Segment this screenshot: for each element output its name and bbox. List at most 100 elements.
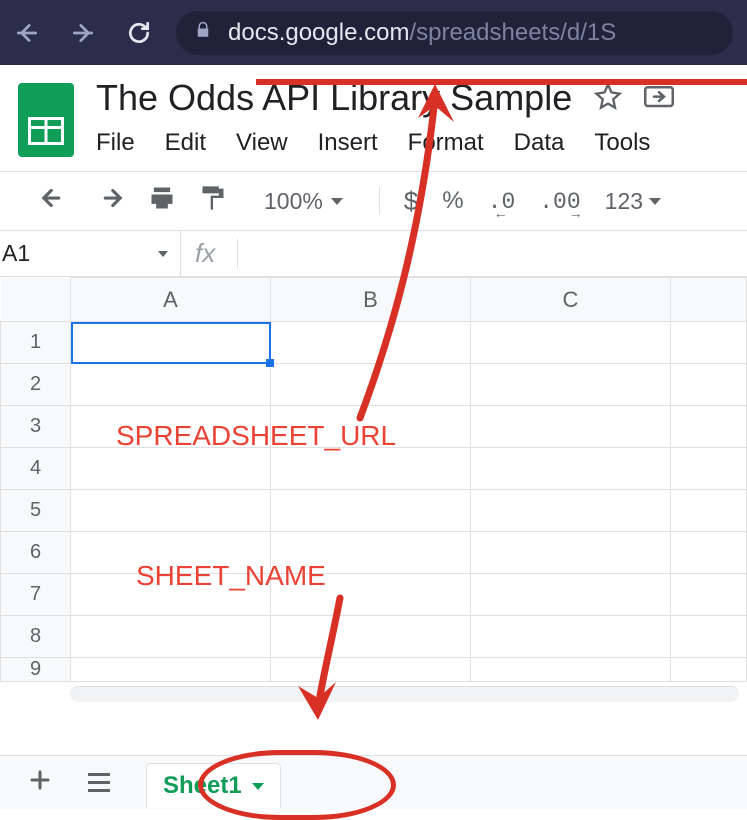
cell-C9[interactable] bbox=[471, 658, 671, 682]
reload-icon bbox=[126, 20, 152, 46]
row-header-5[interactable]: 5 bbox=[1, 490, 71, 532]
cell-B1[interactable] bbox=[271, 322, 471, 364]
cell-C8[interactable] bbox=[471, 616, 671, 658]
chevron-down-icon bbox=[649, 198, 661, 205]
row-header-2[interactable]: 2 bbox=[1, 364, 71, 406]
horizontal-scrollbar[interactable] bbox=[70, 686, 739, 702]
cell-B9[interactable] bbox=[271, 658, 471, 682]
star-button[interactable] bbox=[594, 82, 622, 115]
cell-B4[interactable] bbox=[271, 448, 471, 490]
cell[interactable] bbox=[671, 448, 747, 490]
print-button[interactable] bbox=[148, 185, 176, 217]
cell-B5[interactable] bbox=[271, 490, 471, 532]
toolbar: 100% $ % .0 ← .00 → 123 bbox=[0, 172, 747, 230]
cell[interactable] bbox=[671, 406, 747, 448]
sheets-logo-icon[interactable] bbox=[18, 83, 74, 157]
chevron-down-icon bbox=[331, 198, 343, 205]
percent-format-button[interactable]: % bbox=[442, 187, 463, 215]
redo-button[interactable] bbox=[94, 185, 124, 217]
cell-A6[interactable] bbox=[71, 532, 271, 574]
cell-A3[interactable] bbox=[71, 406, 271, 448]
cell[interactable] bbox=[671, 616, 747, 658]
select-all-corner[interactable] bbox=[1, 278, 71, 322]
redo-icon bbox=[94, 185, 124, 211]
cell-A1[interactable] bbox=[71, 322, 271, 364]
cell-A5[interactable] bbox=[71, 490, 271, 532]
hamburger-icon bbox=[88, 773, 110, 792]
menu-insert[interactable]: Insert bbox=[318, 129, 378, 157]
folder-move-icon bbox=[644, 83, 674, 109]
cell[interactable] bbox=[671, 364, 747, 406]
sheet-tab-sheet1[interactable]: Sheet1 bbox=[146, 763, 281, 808]
row-header-7[interactable]: 7 bbox=[1, 574, 71, 616]
sheet-tab-bar: Sheet1 bbox=[0, 755, 747, 809]
column-header-A[interactable]: A bbox=[71, 278, 271, 322]
undo-icon bbox=[40, 185, 70, 211]
cell-B7[interactable] bbox=[271, 574, 471, 616]
print-icon bbox=[148, 185, 176, 211]
increase-decimal-button[interactable]: .00 → bbox=[539, 187, 580, 215]
row-header-6[interactable]: 6 bbox=[1, 532, 71, 574]
column-header-next[interactable] bbox=[671, 278, 747, 322]
cell-C6[interactable] bbox=[471, 532, 671, 574]
row-header-8[interactable]: 8 bbox=[1, 616, 71, 658]
cell-A9[interactable] bbox=[71, 658, 271, 682]
browser-address-bar: docs.google.com/spreadsheets/d/1S bbox=[0, 0, 747, 65]
cell-A4[interactable] bbox=[71, 448, 271, 490]
spreadsheet-grid: A B C 1 2 3 4 5 6 7 8 9 bbox=[0, 277, 747, 702]
cell[interactable] bbox=[671, 658, 747, 682]
all-sheets-button[interactable] bbox=[88, 773, 110, 792]
plus-icon bbox=[28, 768, 52, 792]
back-button[interactable] bbox=[14, 20, 40, 46]
cell-C5[interactable] bbox=[471, 490, 671, 532]
cell-B8[interactable] bbox=[271, 616, 471, 658]
menu-tools[interactable]: Tools bbox=[594, 129, 650, 157]
cell-B2[interactable] bbox=[271, 364, 471, 406]
cell-reference: A1 bbox=[2, 240, 30, 267]
name-box[interactable]: A1 bbox=[0, 231, 180, 276]
arrow-left-icon bbox=[14, 20, 40, 46]
formula-bar[interactable]: fx bbox=[181, 231, 252, 276]
menu-data[interactable]: Data bbox=[514, 129, 565, 157]
move-button[interactable] bbox=[644, 83, 674, 114]
paint-format-button[interactable] bbox=[200, 184, 226, 218]
cell-C3[interactable] bbox=[471, 406, 671, 448]
row-header-1[interactable]: 1 bbox=[1, 322, 71, 364]
selection-handle[interactable] bbox=[266, 359, 274, 367]
arrow-right-icon bbox=[70, 20, 96, 46]
menu-edit[interactable]: Edit bbox=[165, 129, 206, 157]
more-formats-dropdown[interactable]: 123 bbox=[605, 188, 661, 215]
cell[interactable] bbox=[671, 322, 747, 364]
menu-view[interactable]: View bbox=[236, 129, 288, 157]
url-text: docs.google.com/spreadsheets/d/1S bbox=[228, 19, 616, 47]
column-header-C[interactable]: C bbox=[471, 278, 671, 322]
menu-file[interactable]: File bbox=[96, 129, 135, 157]
url-bar[interactable]: docs.google.com/spreadsheets/d/1S bbox=[176, 11, 733, 55]
forward-button[interactable] bbox=[70, 20, 96, 46]
cell[interactable] bbox=[671, 490, 747, 532]
cell[interactable] bbox=[671, 532, 747, 574]
chevron-down-icon bbox=[158, 251, 168, 257]
row-header-4[interactable]: 4 bbox=[1, 448, 71, 490]
row-header-9[interactable]: 9 bbox=[1, 658, 71, 682]
zoom-dropdown[interactable]: 100% bbox=[264, 188, 343, 215]
cell[interactable] bbox=[671, 574, 747, 616]
undo-button[interactable] bbox=[40, 185, 70, 217]
add-sheet-button[interactable] bbox=[28, 766, 52, 800]
cell-C1[interactable] bbox=[471, 322, 671, 364]
cell-A8[interactable] bbox=[71, 616, 271, 658]
reload-button[interactable] bbox=[126, 20, 152, 46]
cell-A2[interactable] bbox=[71, 364, 271, 406]
cell-A7[interactable] bbox=[71, 574, 271, 616]
cell-C2[interactable] bbox=[471, 364, 671, 406]
row-header-3[interactable]: 3 bbox=[1, 406, 71, 448]
formula-bar-row: A1 fx bbox=[0, 231, 747, 277]
cell-B6[interactable] bbox=[271, 532, 471, 574]
cell-B3[interactable] bbox=[271, 406, 471, 448]
currency-format-button[interactable]: $ bbox=[404, 186, 418, 217]
decrease-decimal-button[interactable]: .0 ← bbox=[488, 187, 516, 215]
cell-C7[interactable] bbox=[471, 574, 671, 616]
cell-C4[interactable] bbox=[471, 448, 671, 490]
menu-format[interactable]: Format bbox=[408, 129, 484, 157]
column-header-B[interactable]: B bbox=[271, 278, 471, 322]
